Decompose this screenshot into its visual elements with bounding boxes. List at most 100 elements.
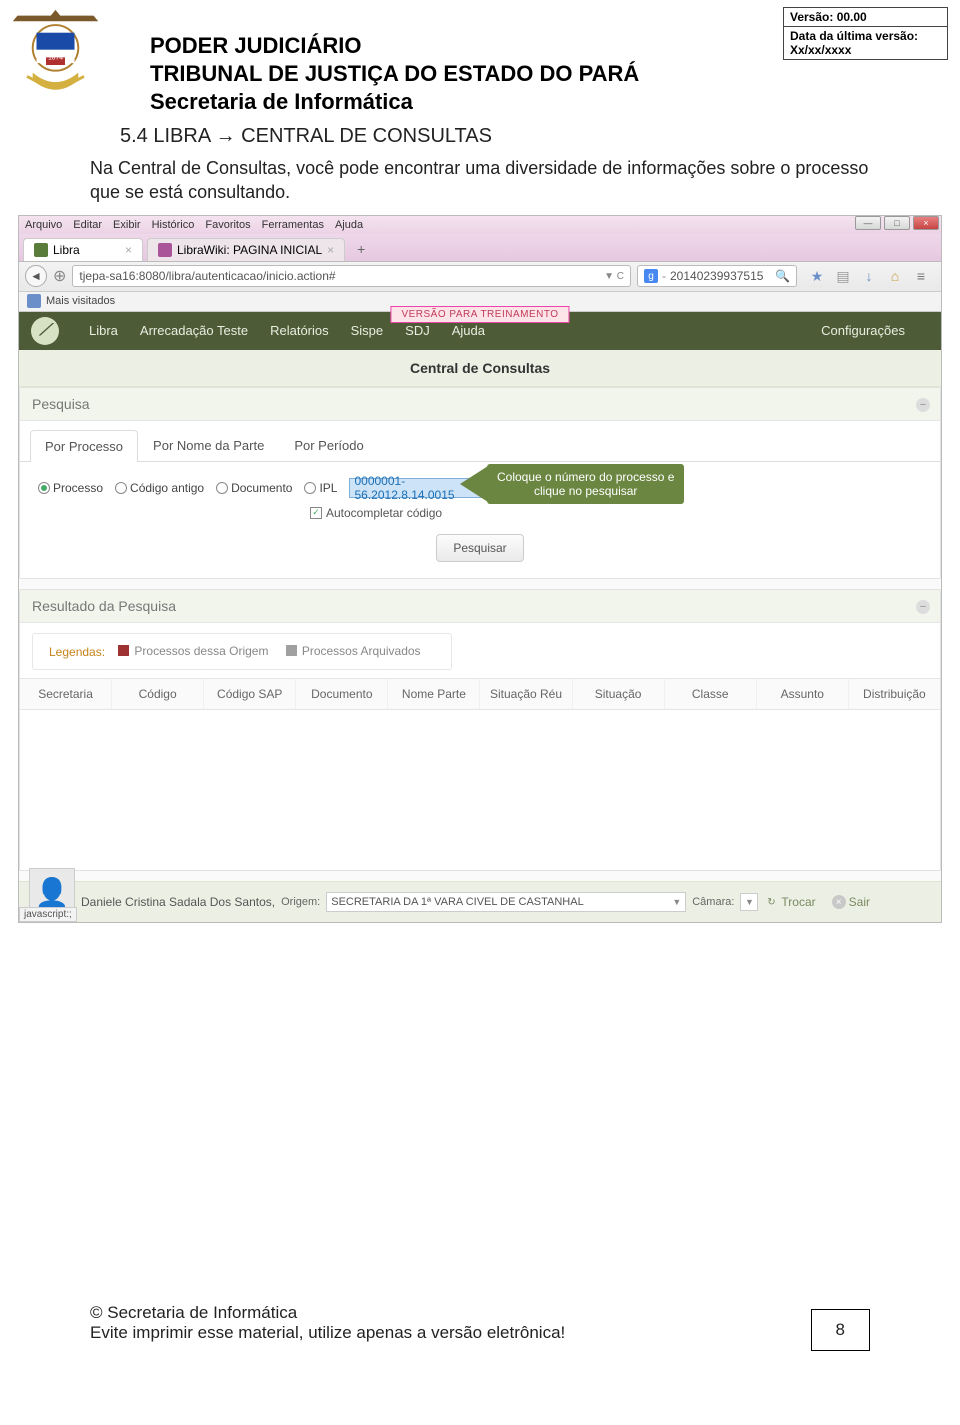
search-form-row: Processo Código antigo Documento IPL 000… <box>20 462 940 506</box>
origem-value: SECRETARIA DA 1ª VARA CIVEL DE CASTANHAL <box>331 896 583 908</box>
radio-processo[interactable]: Processo <box>38 481 103 495</box>
arrow-icon <box>460 466 488 502</box>
radio-codigo-antigo[interactable]: Código antigo <box>115 481 204 495</box>
section-title: 5.4 LIBRA → CENTRAL DE CONSULTAS <box>0 115 960 148</box>
browser-menubar: Arquivo Editar Exibir Histórico Favorito… <box>19 216 941 234</box>
menu-historico[interactable]: Histórico <box>152 219 195 231</box>
org-line-1: PODER JUDICIÁRIO <box>150 33 639 59</box>
new-tab-button[interactable]: + <box>349 237 373 261</box>
col-secretaria: Secretaria <box>20 679 112 709</box>
result-table-header: Secretaria Código Código SAP Documento N… <box>20 678 940 710</box>
col-assunto: Assunto <box>757 679 849 709</box>
menu-ferramentas[interactable]: Ferramentas <box>262 219 324 231</box>
col-documento: Documento <box>296 679 388 709</box>
url-input[interactable]: tjepa-sa16:8080/libra/autenticacao/inici… <box>72 265 631 287</box>
menu-arquivo[interactable]: Arquivo <box>25 219 62 231</box>
origem-select[interactable]: SECRETARIA DA 1ª VARA CIVEL DE CASTANHAL… <box>326 892 686 912</box>
footer-copyright: © Secretaria de Informática <box>90 1303 870 1323</box>
search-panel: Pesquisa – Por Processo Por Nome da Part… <box>19 387 941 579</box>
app-logo-icon: ⟋ <box>31 317 59 345</box>
menu-editar[interactable]: Editar <box>73 219 102 231</box>
nav-sispe[interactable]: Sispe <box>351 323 384 338</box>
menu-exibir[interactable]: Exibir <box>113 219 141 231</box>
tab-label: Libra <box>53 243 80 257</box>
origem-label: Origem: <box>281 896 320 908</box>
menu-favoritos[interactable]: Favoritos <box>205 219 250 231</box>
autocomplete-row: ✓ Autocompletar código <box>20 506 940 534</box>
camara-select[interactable]: ▼ <box>740 893 758 911</box>
search-value: 20140239937515 <box>670 269 763 283</box>
app-navbar: VERSÃO PARA TREINAMENTO ⟋ Libra Arrecada… <box>19 312 941 350</box>
url-dropdown-icon[interactable]: ▼ C <box>604 271 624 282</box>
col-distribuicao: Distribuição <box>849 679 940 709</box>
autocomplete-label: Autocompletar código <box>326 506 442 520</box>
pesquisar-button[interactable]: Pesquisar <box>436 534 523 562</box>
hamburger-icon[interactable]: ≡ <box>913 268 929 284</box>
version-date: Data da última versão: Xx/xx/xxxx <box>784 27 947 59</box>
menu-ajuda[interactable]: Ajuda <box>335 219 363 231</box>
autocomplete-checkbox[interactable]: ✓ <box>310 507 322 519</box>
browser-tab-libra[interactable]: Libra × <box>23 238 143 261</box>
svg-text:1874: 1874 <box>48 54 63 61</box>
footer-eco-note: Evite imprimir esse material, utilize ap… <box>90 1323 870 1343</box>
tab-close-icon[interactable]: × <box>125 243 132 257</box>
search-dash-icon: - <box>662 269 666 283</box>
section-body: Na Central de Consultas, você pode encon… <box>0 148 960 215</box>
legends-box: Legendas: Processos dessa Origem Process… <box>32 633 452 671</box>
app-footer: 👤 Daniele Cristina Sadala Dos Santos, Or… <box>19 881 941 922</box>
tab-close-icon[interactable]: × <box>327 243 334 257</box>
radio-ipl[interactable]: IPL <box>304 481 337 495</box>
bookmark-label[interactable]: Mais visitados <box>46 295 115 307</box>
close-button[interactable]: × <box>913 216 939 230</box>
legend-origem: Processos dessa Origem <box>118 644 268 658</box>
home-icon[interactable]: ⌂ <box>887 268 903 284</box>
radio-documento[interactable]: Documento <box>216 481 292 495</box>
legend-swatch-red <box>118 645 129 656</box>
browser-urlbar: ◄ ⊕ tjepa-sa16:8080/libra/autenticacao/i… <box>19 262 941 292</box>
search-tabs: Por Processo Por Nome da Parte Por Perío… <box>20 429 940 462</box>
trocar-link[interactable]: ↻Trocar <box>764 895 815 909</box>
nav-relatorios[interactable]: Relatórios <box>270 323 329 338</box>
page-number: 8 <box>811 1309 870 1351</box>
collapse-icon[interactable]: – <box>916 600 930 614</box>
clipboard-icon[interactable]: ▤ <box>835 268 851 284</box>
toolbar-icons: ★ ▤ ↓ ⌂ ≡ <box>803 268 935 284</box>
nav-arrecadacao[interactable]: Arrecadação Teste <box>140 323 248 338</box>
tab-label: LibraWiki: PAGINA INICIAL <box>177 243 322 257</box>
col-classe: Classe <box>665 679 757 709</box>
col-situacao-reu: Situação Réu <box>480 679 572 709</box>
download-icon[interactable]: ↓ <box>861 268 877 284</box>
search-icon[interactable]: 🔍 <box>775 269 790 283</box>
star-icon[interactable]: ★ <box>809 268 825 284</box>
tab-por-processo[interactable]: Por Processo <box>30 430 138 462</box>
nav-ajuda[interactable]: Ajuda <box>452 323 485 338</box>
collapse-icon[interactable]: – <box>916 398 930 412</box>
maximize-button[interactable]: □ <box>884 216 910 230</box>
browser-tab-librawiki[interactable]: LibraWiki: PAGINA INICIAL × <box>147 238 345 261</box>
status-bar: javascript:; <box>19 907 77 922</box>
tab-por-periodo[interactable]: Por Período <box>279 429 378 461</box>
minimize-button[interactable]: — <box>855 216 881 230</box>
google-icon: g <box>644 269 658 283</box>
col-situacao: Situação <box>573 679 665 709</box>
result-panel: Resultado da Pesquisa – Legendas: Proces… <box>19 589 941 872</box>
result-panel-title: Resultado da Pesquisa <box>32 598 176 614</box>
browser-search-input[interactable]: g - 20140239937515 🔍 <box>637 265 797 287</box>
tab-por-nome[interactable]: Por Nome da Parte <box>138 429 279 461</box>
nav-sdj[interactable]: SDJ <box>405 323 430 338</box>
window-controls: — □ × <box>855 216 939 230</box>
nav-configuracoes[interactable]: Configurações <box>821 323 905 338</box>
sair-link[interactable]: ×Sair <box>832 895 870 909</box>
legend-arquivados: Processos Arquivados <box>286 644 421 658</box>
back-button[interactable]: ◄ <box>25 265 47 287</box>
close-icon: × <box>832 895 846 909</box>
org-line-3: Secretaria de Informática <box>150 89 639 115</box>
callout-text: Coloque o número do processo e clique no… <box>487 464 684 505</box>
search-panel-header: Pesquisa – <box>20 388 940 421</box>
instruction-callout: Coloque o número do processo e clique no… <box>460 464 684 505</box>
screenshot-container: Arquivo Editar Exibir Histórico Favorito… <box>18 215 942 924</box>
nav-libra[interactable]: Libra <box>89 323 118 338</box>
chevron-down-icon: ▼ <box>672 897 681 907</box>
favicon-icon <box>34 243 48 257</box>
camara-label: Câmara: <box>692 896 734 908</box>
